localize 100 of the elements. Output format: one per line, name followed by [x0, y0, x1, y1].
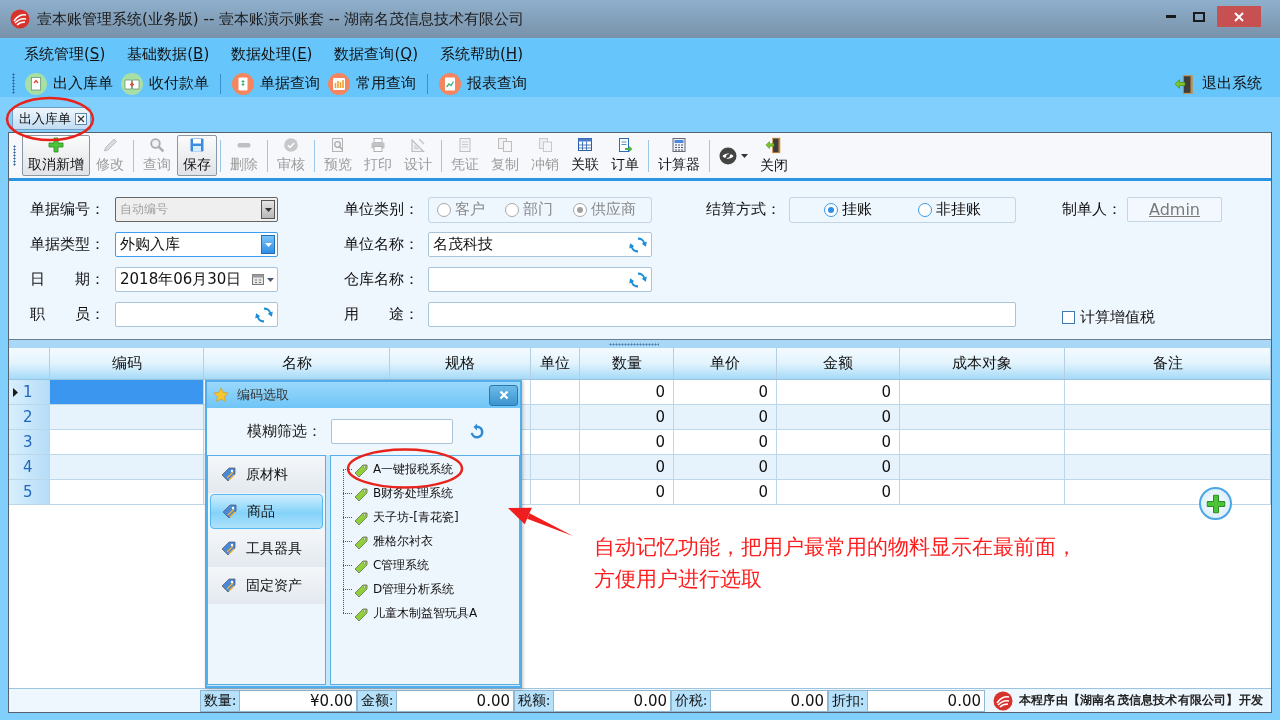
check-circle-icon	[283, 137, 299, 153]
total-value: 0.00	[554, 689, 671, 712]
table-cell: 0	[580, 380, 674, 404]
dialog-title: 编码选取	[237, 386, 289, 404]
filter-field[interactable]	[331, 419, 453, 444]
menu-item[interactable]: 系统帮助(H)	[429, 44, 534, 64]
tree-item[interactable]: 雅格尔衬衣	[343, 529, 519, 553]
refresh-icon[interactable]	[468, 422, 486, 441]
menu-item[interactable]: 数据处理(E)	[220, 44, 324, 64]
tree-item[interactable]: 天子坊-[青花瓷]	[343, 505, 519, 529]
quick-button[interactable]: 出入库单	[21, 71, 117, 96]
type-field[interactable]: 外购入库	[115, 232, 278, 257]
quick-button[interactable]: 收付款单	[117, 71, 213, 96]
checkbox[interactable]	[1062, 311, 1075, 324]
tag-icon	[221, 502, 239, 521]
row-header[interactable]: 4	[9, 455, 50, 479]
tree-item[interactable]: 儿童木制益智玩具A	[343, 601, 519, 625]
dropdown-button[interactable]	[261, 235, 275, 254]
plus-icon	[1205, 493, 1226, 514]
lookup-field[interactable]: 名茂科技	[428, 232, 652, 257]
row-header[interactable]: 1	[9, 380, 50, 404]
open-book-icon	[121, 72, 143, 95]
printer-icon	[370, 137, 386, 153]
row-number: 4	[23, 458, 33, 476]
annotation-text: 自动记忆功能，把用户最常用的物料显示在最前面，	[594, 535, 1077, 559]
toolbar-button[interactable]: 保存	[177, 135, 217, 176]
tree-item[interactable]: B财务处理系统	[343, 481, 519, 505]
menu-item[interactable]: 系统管理(S)	[13, 44, 117, 64]
bar-chart-icon	[328, 72, 350, 95]
input-field[interactable]	[428, 302, 1016, 327]
close-button[interactable]	[489, 384, 518, 406]
exit-button[interactable]: 退出系统	[1170, 71, 1266, 96]
column-header: 规格	[390, 348, 531, 379]
row-header[interactable]: 2	[9, 405, 50, 429]
column-header: 单位	[531, 348, 580, 379]
table-icon	[577, 137, 593, 153]
radio-button[interactable]	[824, 202, 838, 217]
tag-icon	[353, 509, 369, 525]
column-header: 数量	[580, 348, 674, 379]
table-cell: 0	[777, 405, 900, 429]
document-arrow-icon	[617, 137, 633, 153]
row-header[interactable]: 5	[9, 480, 50, 504]
quick-button[interactable]: 常用查询	[324, 71, 420, 96]
tree-item[interactable]: C管理系统	[343, 553, 519, 577]
quick-button[interactable]: 报表查询	[435, 71, 531, 96]
total-label: 数量:	[200, 689, 240, 712]
copy-icon	[497, 137, 513, 153]
radio-label: 客户	[455, 200, 485, 219]
splitter-handle[interactable]	[609, 342, 659, 346]
toolbar-grip[interactable]	[13, 145, 16, 166]
category-item[interactable]: 商品	[210, 494, 323, 529]
total-label: 税额:	[514, 689, 554, 712]
category-item[interactable]: 工具器具	[208, 530, 325, 567]
chart-document-icon	[439, 72, 461, 95]
close-button[interactable]	[1217, 6, 1261, 27]
toolbar-button[interactable]: 订单	[605, 135, 645, 176]
field-label: 单据编号：	[30, 200, 105, 219]
toolbar-button[interactable]: 取消新增	[22, 135, 90, 176]
pencil-icon	[102, 137, 118, 153]
minimize-icon	[1166, 15, 1176, 18]
star-icon	[213, 387, 229, 403]
caret-icon	[264, 207, 272, 212]
lookup-field[interactable]	[115, 302, 278, 327]
table-cell: 0	[777, 480, 900, 504]
menu-item[interactable]: 数据查询(Q)	[323, 44, 429, 64]
company-logo-icon	[993, 690, 1013, 711]
caret-icon	[267, 277, 274, 282]
table-cell: 0	[674, 405, 777, 429]
close-icon[interactable]	[75, 112, 87, 125]
toolbar-button[interactable]: 计算器	[652, 135, 706, 176]
lookup-field[interactable]	[428, 267, 652, 292]
field-label: 单位类别：	[344, 200, 419, 219]
field-label: 单据类型：	[30, 235, 105, 254]
toolbar-button[interactable]: 关联	[565, 135, 605, 176]
field-label: 仓库名称：	[344, 270, 419, 289]
toolbar-button[interactable]: 关闭	[754, 135, 794, 176]
table-cell: 0	[777, 455, 900, 479]
window-title: 壹本账管理系统(业务版) -- 壹本账演示账套 -- 湖南名茂信息技术有限公司	[37, 9, 525, 29]
quick-button[interactable]: 单据查询	[228, 71, 324, 96]
category-item[interactable]: 固定资产	[208, 567, 325, 604]
total-label: 价税:	[671, 689, 711, 712]
tree-item[interactable]: A一键报税系统	[343, 457, 519, 481]
toolbar-grip[interactable]	[12, 73, 15, 94]
table-cell: 0	[674, 480, 777, 504]
filter-label: 模糊筛选：	[247, 422, 322, 441]
menu-item[interactable]: 基础数据(B)	[116, 44, 221, 64]
category-item[interactable]: 原材料	[208, 456, 325, 493]
radio-label: 部门	[523, 200, 553, 219]
calendar-icon[interactable]	[252, 274, 264, 285]
document-icon	[232, 72, 254, 95]
row-header[interactable]: 3	[9, 430, 50, 454]
radio-label: 非挂账	[936, 200, 981, 219]
field-label: 日 期：	[30, 270, 105, 289]
date-field[interactable]: 2018年06月30日	[115, 267, 278, 292]
radio-button[interactable]	[918, 202, 932, 217]
app-logo-icon	[10, 9, 30, 29]
tag-icon	[220, 465, 238, 484]
selected-cell[interactable]	[50, 380, 204, 404]
document-tab[interactable]: 出入库单	[12, 107, 91, 130]
tree-item[interactable]: D管理分析系统	[343, 577, 519, 601]
